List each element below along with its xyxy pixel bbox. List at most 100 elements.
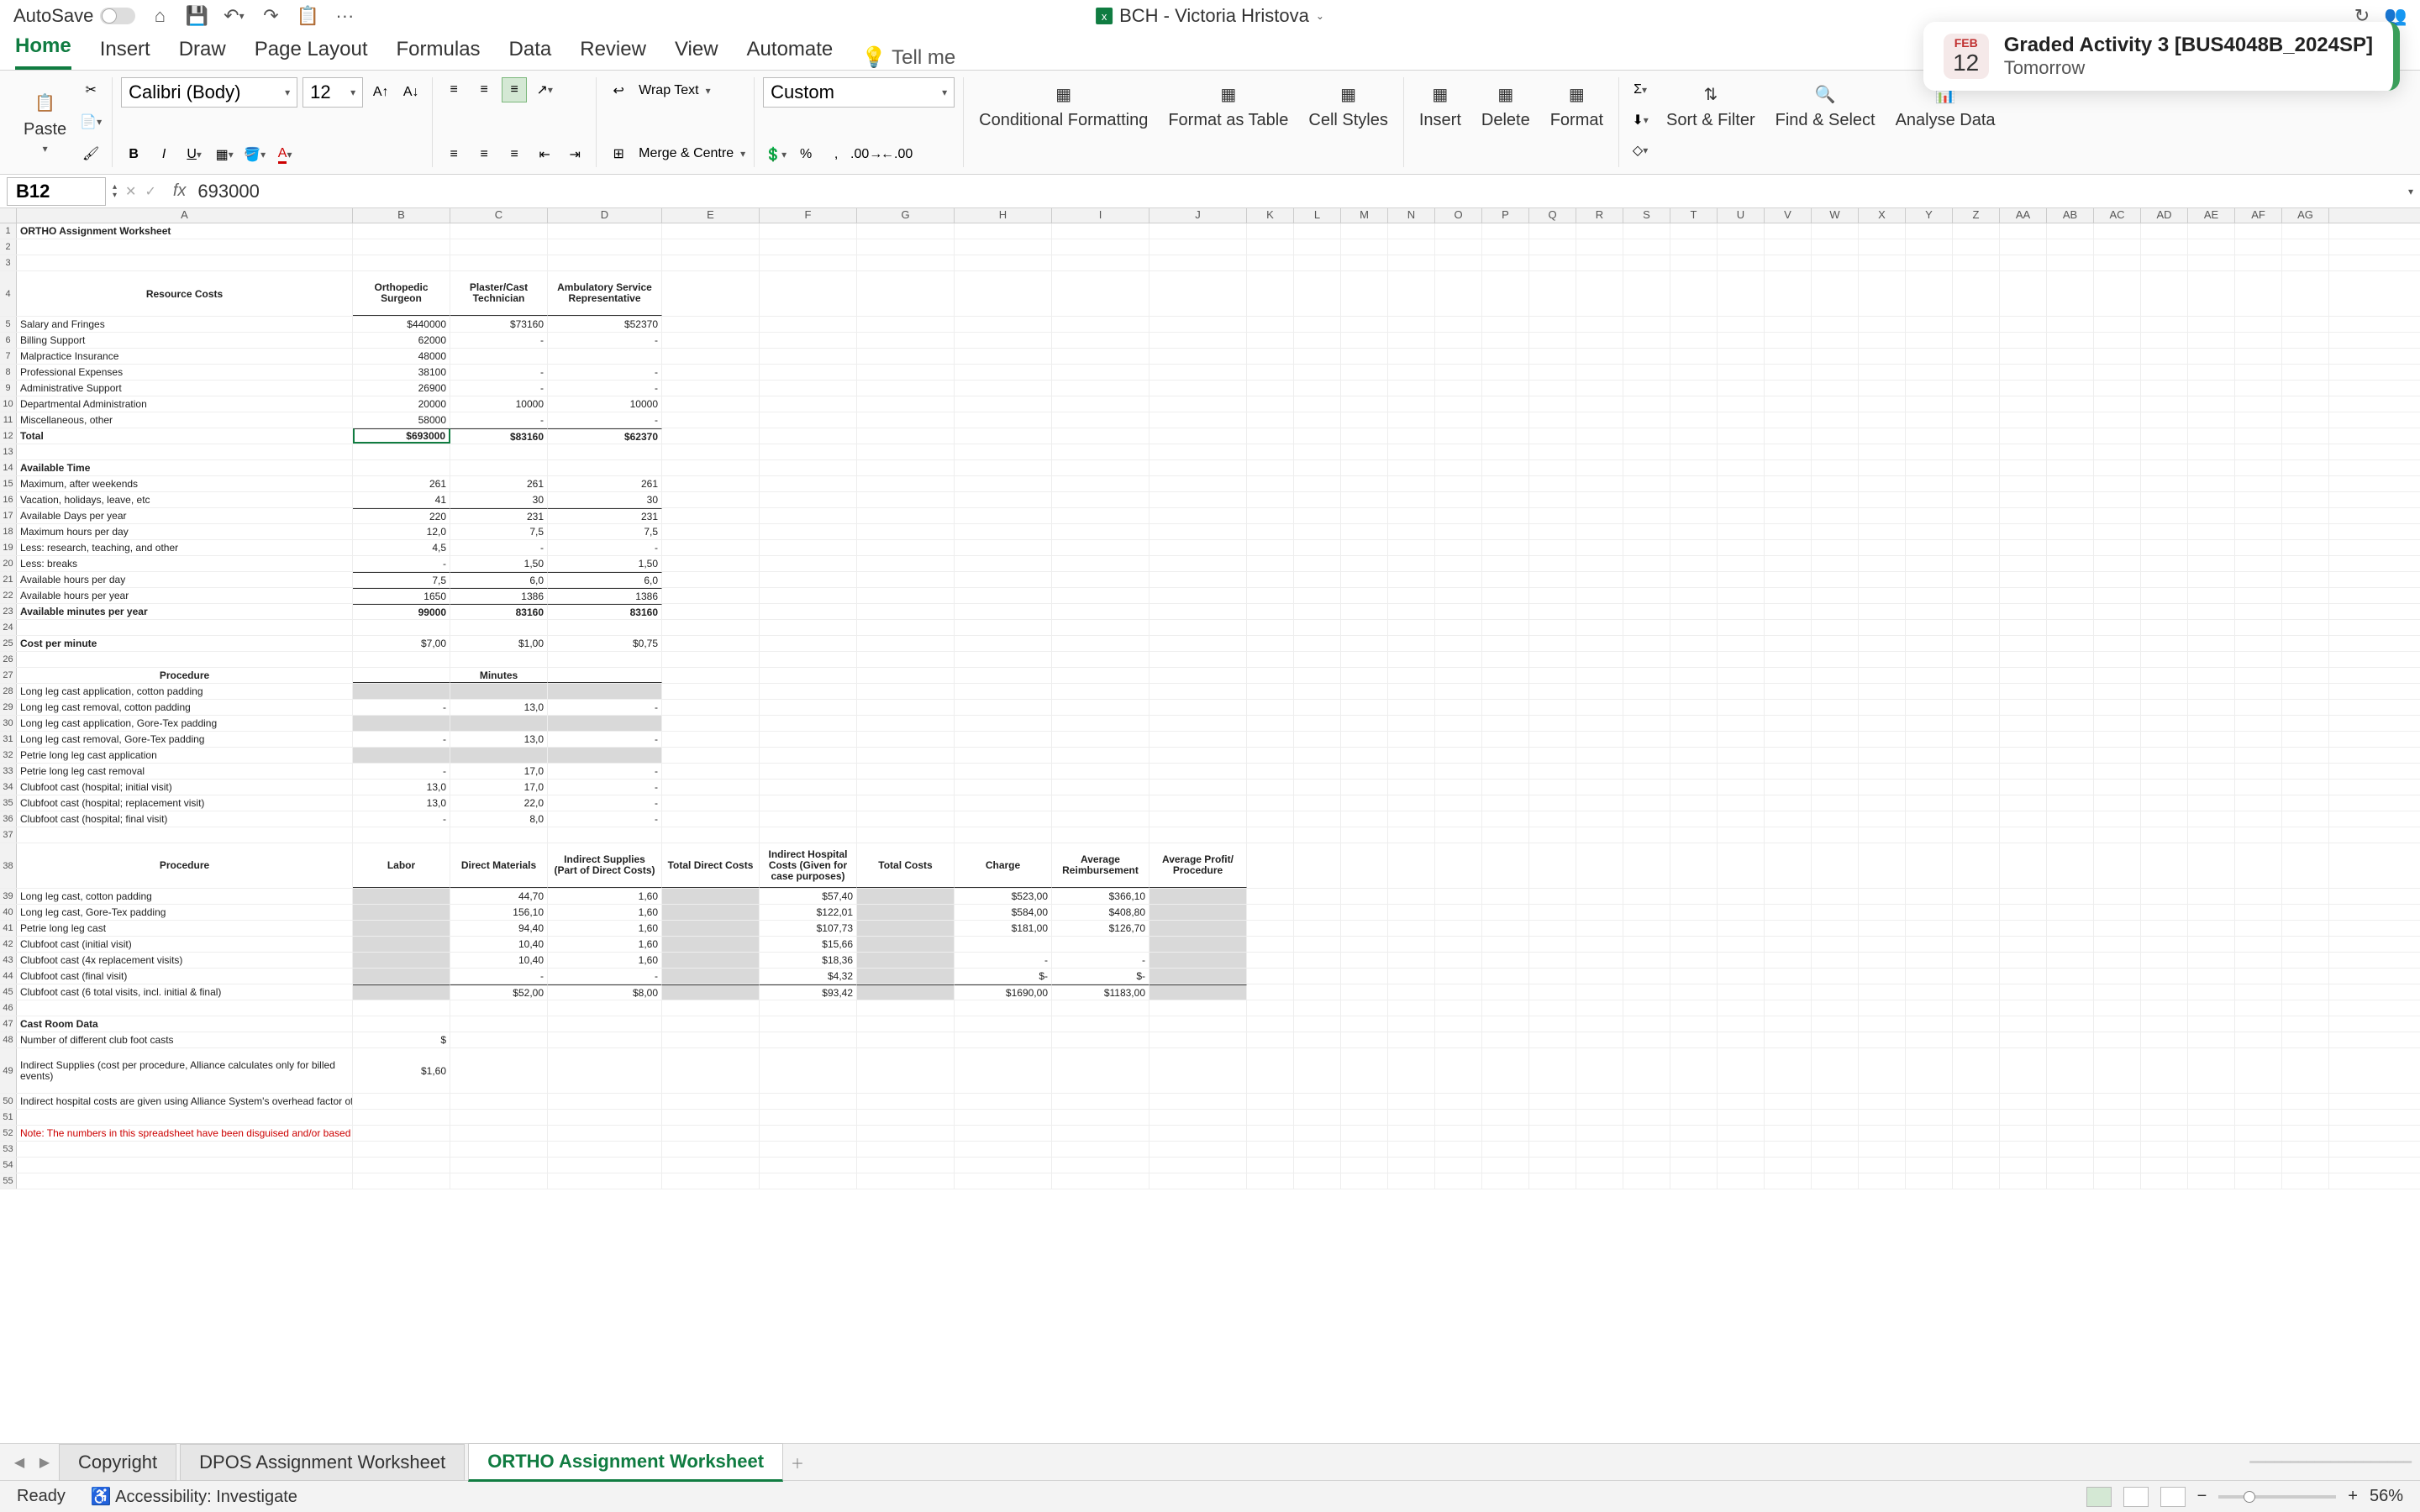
cell[interactable]: [1435, 271, 1482, 316]
cell[interactable]: [1482, 1032, 1529, 1047]
cell-B[interactable]: [353, 748, 450, 763]
cell[interactable]: [1294, 239, 1341, 255]
cell-I[interactable]: [1052, 1048, 1150, 1093]
cell-B[interactable]: 20000: [353, 396, 450, 412]
cell[interactable]: [2047, 540, 2094, 555]
cell[interactable]: [1906, 700, 1953, 715]
cell[interactable]: [1953, 843, 2000, 888]
cell[interactable]: [2188, 811, 2235, 827]
cell[interactable]: [2047, 524, 2094, 539]
cell-E[interactable]: [662, 1126, 760, 1141]
cell-F[interactable]: $15,66: [760, 937, 857, 952]
cell[interactable]: [1718, 476, 1765, 491]
cell[interactable]: [1953, 1032, 2000, 1047]
cell-E[interactable]: [662, 716, 760, 731]
cell[interactable]: [1670, 969, 1718, 984]
cell[interactable]: [1294, 508, 1341, 523]
cell[interactable]: [1718, 492, 1765, 507]
cell-A[interactable]: Billing Support: [17, 333, 353, 348]
cell[interactable]: [2141, 255, 2188, 270]
cell[interactable]: [1435, 905, 1482, 920]
cell[interactable]: [2188, 1173, 2235, 1189]
cell[interactable]: [1388, 652, 1435, 667]
cell[interactable]: [1388, 668, 1435, 683]
cell[interactable]: [1482, 748, 1529, 763]
cell[interactable]: [1576, 795, 1623, 811]
cell[interactable]: [2094, 492, 2141, 507]
undo-icon[interactable]: ↶▾: [223, 5, 245, 27]
cell[interactable]: [1623, 381, 1670, 396]
cell[interactable]: [1859, 428, 1906, 444]
cell-J[interactable]: [1150, 937, 1247, 952]
cell[interactable]: [1341, 604, 1388, 619]
cell[interactable]: [2235, 937, 2282, 952]
cell-I[interactable]: [1052, 748, 1150, 763]
cell[interactable]: [2000, 223, 2047, 239]
cell-B[interactable]: -: [353, 700, 450, 715]
cell-G[interactable]: [857, 953, 955, 968]
cell[interactable]: [1341, 396, 1388, 412]
cell[interactable]: [1765, 1000, 1812, 1016]
cell[interactable]: [1247, 333, 1294, 348]
cell-C[interactable]: [450, 1094, 548, 1109]
cell-E[interactable]: [662, 476, 760, 491]
cell-A[interactable]: Long leg cast, Gore-Tex padding: [17, 905, 353, 920]
cell[interactable]: [2094, 620, 2141, 635]
cell[interactable]: [1859, 508, 1906, 523]
cell[interactable]: [1529, 333, 1576, 348]
cell-C[interactable]: 1386: [450, 588, 548, 603]
cell[interactable]: [1482, 239, 1529, 255]
cell[interactable]: [1247, 1016, 1294, 1032]
autosum-icon[interactable]: Σ▾: [1628, 77, 1653, 102]
cell[interactable]: [1294, 412, 1341, 428]
cell[interactable]: [2094, 412, 2141, 428]
cell-A[interactable]: Available minutes per year: [17, 604, 353, 619]
cell-H[interactable]: $523,00: [955, 889, 1052, 904]
cell[interactable]: [1670, 349, 1718, 364]
cell[interactable]: [1765, 365, 1812, 380]
cell[interactable]: [2094, 984, 2141, 1000]
cell[interactable]: [1623, 349, 1670, 364]
cell-A[interactable]: Cast Room Data: [17, 1016, 353, 1032]
row-header[interactable]: 54: [0, 1158, 17, 1173]
row-header[interactable]: 15: [0, 476, 17, 491]
cell[interactable]: [2047, 333, 2094, 348]
cell[interactable]: [1670, 1126, 1718, 1141]
cell[interactable]: [1765, 716, 1812, 731]
cell[interactable]: [2047, 843, 2094, 888]
cell[interactable]: [1953, 492, 2000, 507]
cell[interactable]: [2188, 333, 2235, 348]
percent-icon[interactable]: %: [793, 142, 818, 167]
cell-G[interactable]: [857, 732, 955, 747]
cell-H[interactable]: [955, 1126, 1052, 1141]
cell-A[interactable]: Long leg cast application, cotton paddin…: [17, 684, 353, 699]
cell[interactable]: [1341, 460, 1388, 475]
cell[interactable]: [2141, 748, 2188, 763]
cell[interactable]: [1294, 460, 1341, 475]
cell[interactable]: [2235, 1126, 2282, 1141]
cell[interactable]: [2282, 843, 2329, 888]
cell[interactable]: [1482, 700, 1529, 715]
cell[interactable]: [1906, 905, 1953, 920]
cell[interactable]: [1576, 1032, 1623, 1047]
cell-D[interactable]: 6,0: [548, 572, 662, 587]
cell[interactable]: [1294, 700, 1341, 715]
cell-B[interactable]: 41: [353, 492, 450, 507]
cell[interactable]: [1953, 476, 2000, 491]
cell[interactable]: [1953, 1016, 2000, 1032]
cell[interactable]: [1482, 1094, 1529, 1109]
cell[interactable]: [2235, 333, 2282, 348]
cell[interactable]: [1529, 1126, 1576, 1141]
cell-E[interactable]: [662, 1016, 760, 1032]
cell[interactable]: [1529, 317, 1576, 332]
cell[interactable]: [1388, 827, 1435, 843]
cell-E[interactable]: [662, 780, 760, 795]
cell-F[interactable]: [760, 620, 857, 635]
cell[interactable]: [1670, 588, 1718, 603]
cell[interactable]: [1294, 969, 1341, 984]
cell[interactable]: [2235, 1048, 2282, 1093]
cell[interactable]: [1765, 317, 1812, 332]
cell[interactable]: [1859, 460, 1906, 475]
cancel-icon[interactable]: ✕: [125, 183, 136, 200]
cell[interactable]: [2188, 365, 2235, 380]
